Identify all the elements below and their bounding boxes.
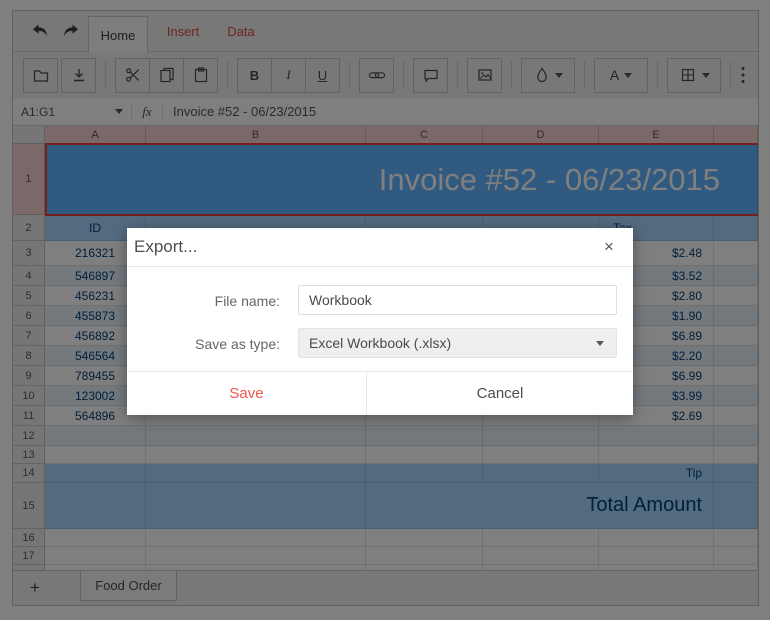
dialog-actions: Save Cancel [127, 371, 633, 415]
save-as-type-label: Save as type: [195, 336, 280, 352]
export-dialog: Export... × File name: Save as type: Exc… [127, 228, 633, 415]
save-as-type-select[interactable]: Excel Workbook (.xlsx) [298, 328, 617, 358]
dialog-title: Export... [134, 237, 198, 256]
chevron-down-icon [596, 341, 604, 346]
file-name-input[interactable] [298, 285, 617, 315]
save-button[interactable]: Save [127, 372, 367, 415]
cancel-button[interactable]: Cancel [367, 372, 633, 415]
dialog-titlebar: Export... × [127, 228, 633, 267]
save-as-type-value: Excel Workbook (.xlsx) [309, 335, 452, 351]
close-icon[interactable]: × [599, 235, 619, 259]
file-name-label: File name: [214, 293, 280, 309]
